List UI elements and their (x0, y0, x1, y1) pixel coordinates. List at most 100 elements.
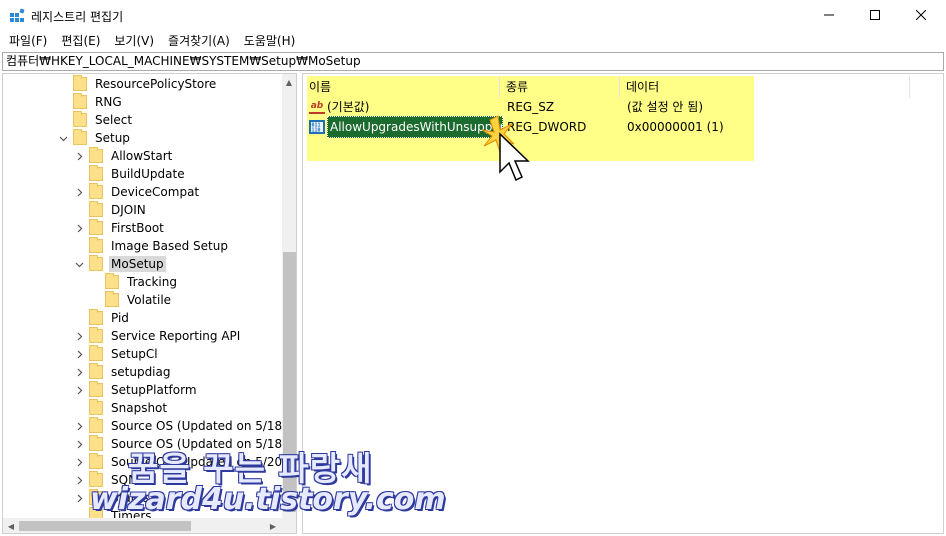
values-list: 이름 종류 데이터 ab (기본값) REG_SZ (값 설정 안 됨) 011… (302, 73, 944, 534)
menu-bar: 파일(F) 편집(E) 보기(V) 즐겨찾기(A) 도움말(H) (0, 31, 946, 51)
column-header-data[interactable]: 데이터 (620, 76, 910, 98)
value-type: REG_SZ (507, 100, 555, 114)
maximize-button[interactable] (852, 0, 898, 30)
tree-horizontal-scrollbar[interactable]: ◀ ▶ (3, 518, 296, 533)
menu-favorites[interactable]: 즐겨찾기(A) (163, 31, 235, 51)
value-name: (기본값) (327, 100, 370, 114)
binary-value-icon: 011 110 (309, 120, 325, 134)
chevron-right-icon[interactable] (73, 348, 85, 360)
tree-item[interactable]: setupdiag (73, 363, 172, 381)
folder-icon (89, 219, 103, 235)
chevron-right-icon[interactable] (73, 474, 85, 486)
chevron-right-icon[interactable] (73, 420, 85, 432)
chevron-down-icon[interactable] (57, 132, 69, 144)
chevron-down-icon[interactable] (73, 258, 85, 270)
tree-item-label: DeviceCompat (111, 185, 200, 199)
chevron-right-icon[interactable] (73, 384, 85, 396)
tree-item-label: Volatile (127, 293, 172, 307)
tree-item[interactable]: Source OS (Updated on 5/18/2 (73, 417, 296, 435)
tree-item-label: Source OS (Updated on 5/18/2 (111, 419, 294, 433)
tree-item-label: RNG (95, 95, 122, 109)
menu-view[interactable]: 보기(V) (109, 31, 159, 51)
tree-item[interactable]: SetupCl (73, 345, 160, 363)
scroll-up-icon[interactable]: ▲ (283, 76, 295, 88)
tree-item[interactable]: Volatile (89, 291, 173, 309)
address-bar[interactable]: 컴퓨터₩HKEY_LOCAL_MACHINE₩SYSTEM₩Setup₩MoSe… (2, 52, 944, 71)
value-row[interactable]: ab (기본값) (309, 97, 369, 117)
folder-icon (89, 165, 103, 181)
tree-item-label: setupdiag (111, 365, 171, 379)
folder-icon (89, 183, 103, 199)
value-name-selected[interactable]: AllowUpgradesWithUnsupportedTPMOrCPU (327, 116, 503, 138)
tree-item-label: Image Based Setup (111, 239, 228, 253)
tree-item-label: SetupPlatform (111, 383, 197, 397)
tree-item[interactable]: Source OS (Updated on 5/18/2 (73, 435, 296, 453)
title-bar: 레지스트리 편집기 (0, 0, 946, 32)
chevron-right-icon[interactable] (73, 330, 85, 342)
scroll-left-icon[interactable]: ◀ (5, 520, 17, 532)
column-header-type[interactable]: 종류 (500, 76, 620, 98)
column-header-name[interactable]: 이름 (303, 76, 500, 98)
chevron-right-icon[interactable] (73, 366, 85, 378)
tree-item[interactable]: Pid (73, 309, 131, 327)
scroll-right-icon[interactable]: ▶ (267, 520, 279, 532)
folder-icon (73, 129, 87, 145)
folder-icon (89, 201, 103, 217)
folder-icon (89, 435, 103, 451)
tree-item-label: Tracking (127, 275, 177, 289)
tree-horizontal-scroll-thumb[interactable] (19, 521, 191, 531)
registry-editor-icon (9, 8, 25, 24)
chevron-right-icon[interactable] (73, 492, 85, 504)
chevron-right-icon[interactable] (73, 186, 85, 198)
tree-item[interactable]: Service Reporting API (73, 327, 242, 345)
tree-item-label: FirstBoot (111, 221, 164, 235)
value-row-selected[interactable]: 011110 AllowUpgradesWithUnsupportedTPMOr… (309, 116, 503, 138)
chevron-right-icon[interactable] (73, 456, 85, 468)
tree-vertical-scrollbar[interactable]: ▲ (282, 74, 296, 518)
menu-file[interactable]: 파일(F) (4, 31, 52, 51)
tree-item-label: MoSetup (109, 256, 166, 272)
tree-item[interactable]: Tracking (89, 273, 179, 291)
tree-item[interactable]: Setup (57, 129, 132, 147)
folder-icon (89, 471, 103, 487)
string-value-icon: ab (309, 100, 325, 114)
tree-item[interactable]: Source OS (Updated on 5/20/2 (73, 453, 296, 471)
tree-vertical-scroll-thumb[interactable] (283, 252, 296, 512)
minimize-button[interactable] (806, 0, 852, 30)
tree-item[interactable]: Status (73, 489, 151, 507)
folder-icon (89, 489, 103, 505)
chevron-right-icon[interactable] (73, 222, 85, 234)
tree-item[interactable]: DJOIN (73, 201, 148, 219)
tree-item[interactable]: FirstBoot (73, 219, 166, 237)
tree-item-label: DJOIN (111, 203, 146, 217)
tree-item[interactable]: AllowStart (73, 147, 174, 165)
close-button[interactable] (898, 0, 944, 30)
tree-item[interactable]: BuildUpdate (73, 165, 187, 183)
tree-item[interactable]: DeviceCompat (73, 183, 201, 201)
tree-item[interactable]: Image Based Setup (73, 237, 230, 255)
tree-item[interactable]: SQM (73, 471, 140, 489)
tree-item-label: Pid (111, 311, 129, 325)
tree-item-label: ResourcePolicyStore (95, 77, 217, 91)
folder-icon (73, 111, 87, 127)
chevron-right-icon[interactable] (73, 438, 85, 450)
tree-item-label: Select (95, 113, 133, 127)
tree-item[interactable]: ResourcePolicyStore (57, 75, 218, 93)
chevron-right-icon[interactable] (73, 150, 85, 162)
tree-item[interactable]: SetupPlatform (73, 381, 199, 399)
folder-icon (89, 345, 103, 361)
menu-edit[interactable]: 편집(E) (56, 31, 105, 51)
tree-item-label: BuildUpdate (111, 167, 185, 181)
tree-item[interactable]: Snapshot (73, 399, 169, 417)
folder-icon (89, 453, 103, 469)
tree-item[interactable]: Select (57, 111, 134, 129)
folder-icon (89, 327, 103, 343)
svg-text:110: 110 (312, 128, 321, 134)
folder-icon (89, 309, 103, 325)
menu-help[interactable]: 도움말(H) (239, 31, 301, 51)
tree-item-label: Setup (95, 131, 130, 145)
tree-item-label: AllowStart (111, 149, 173, 163)
folder-icon (89, 147, 103, 163)
tree-item[interactable]: MoSetup (73, 255, 166, 273)
tree-item[interactable]: RNG (57, 93, 124, 111)
